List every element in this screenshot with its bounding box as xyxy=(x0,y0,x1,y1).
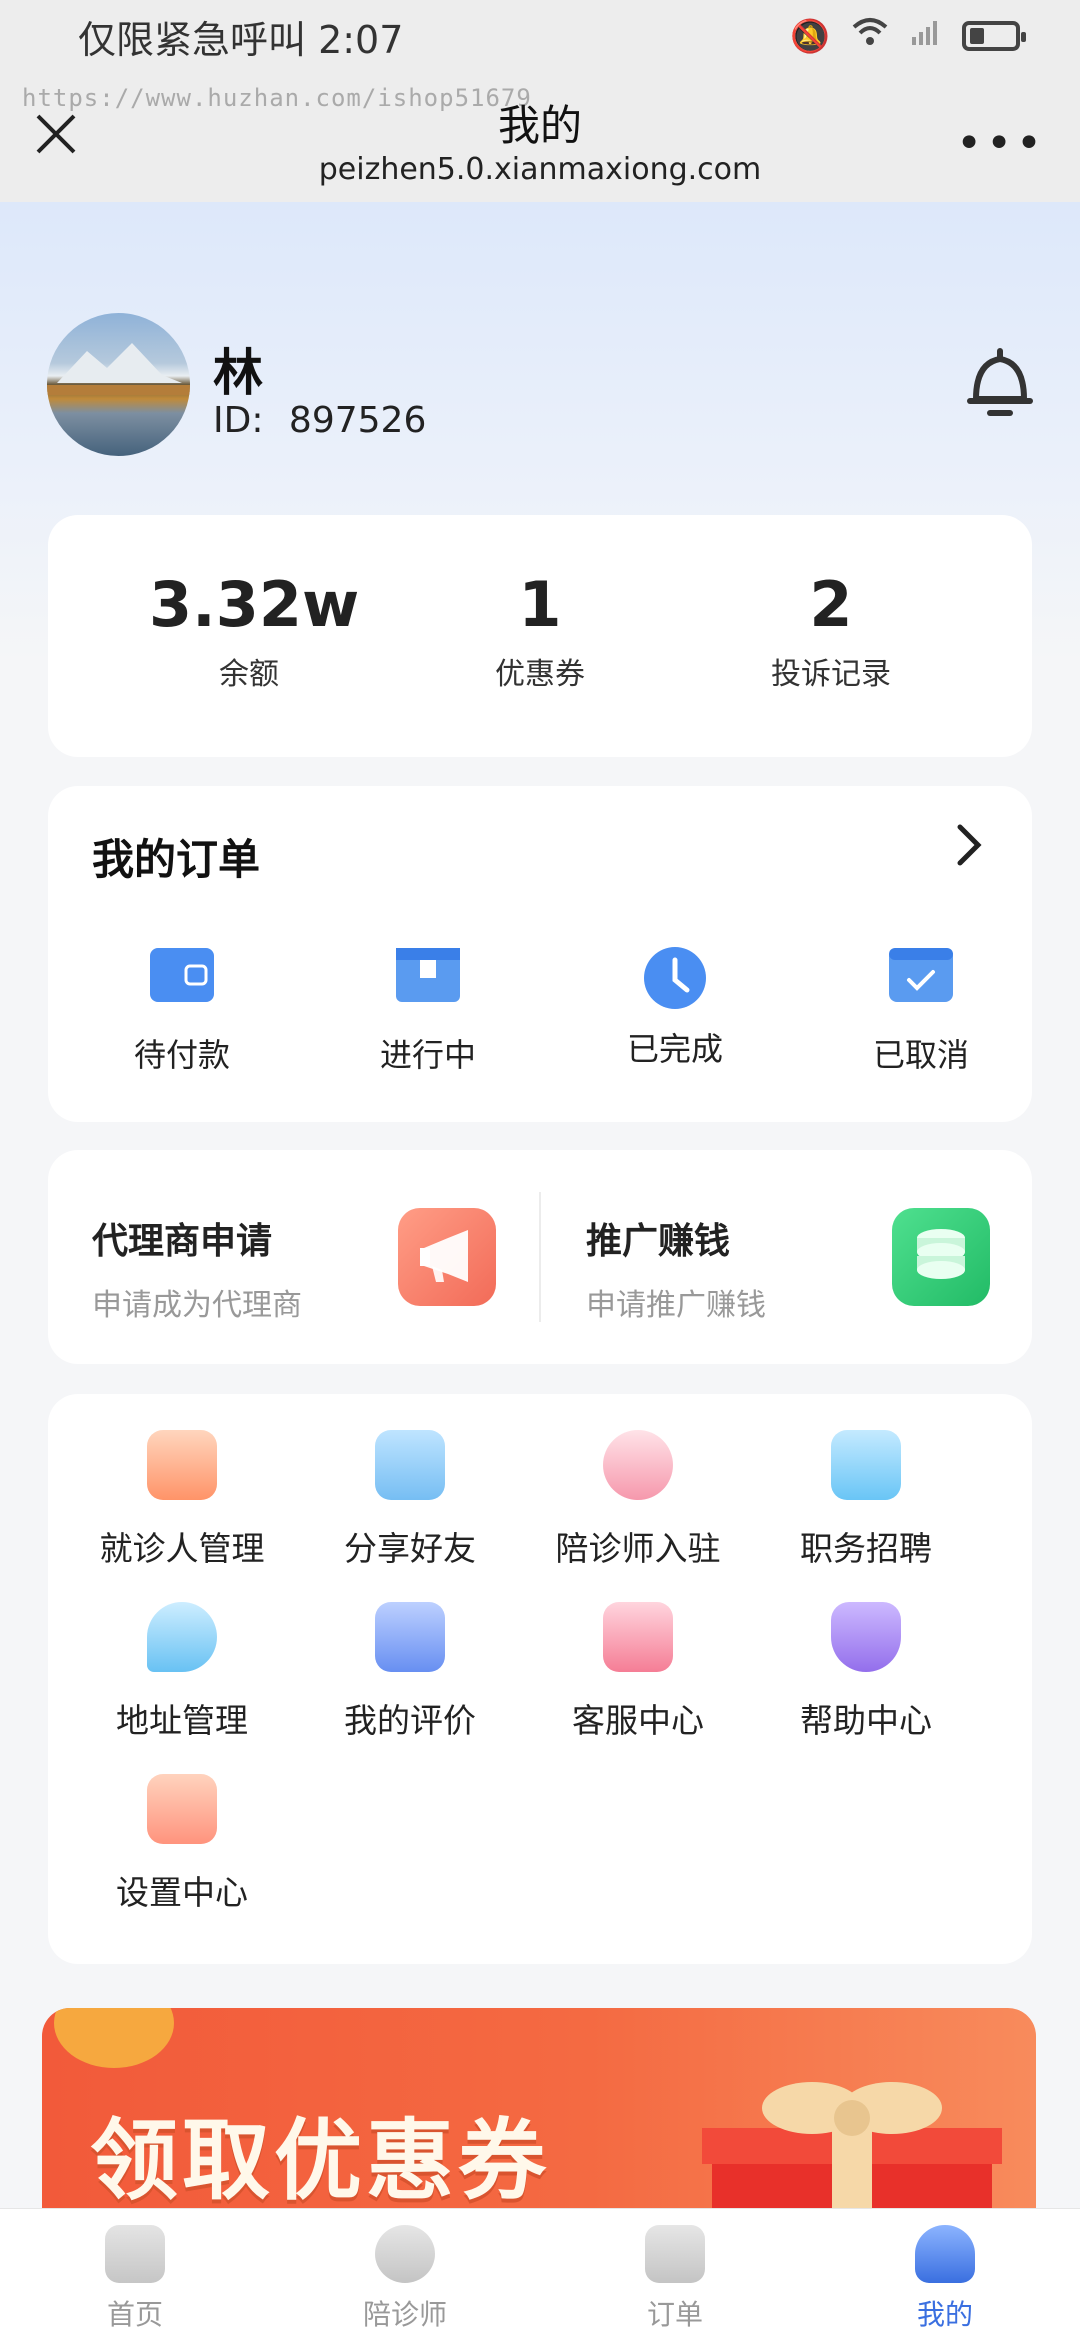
service-label: 客服中心 xyxy=(572,1701,704,1740)
user-id-value: 897526 xyxy=(288,400,427,441)
service-customer-service[interactable]: 客服中心 xyxy=(538,1602,738,1742)
service-address-management[interactable]: 地址管理 xyxy=(82,1602,282,1742)
tab-label: 我的 xyxy=(916,2298,973,2331)
promo-subtitle: 申请推广赚钱 xyxy=(586,1288,766,1323)
tab-label: 订单 xyxy=(646,2298,703,2331)
coins-icon[interactable] xyxy=(892,1208,990,1306)
location-icon xyxy=(147,1602,217,1672)
service-escort-register[interactable]: 陪诊师入驻 xyxy=(538,1430,738,1570)
stat-value: 3.32w xyxy=(149,568,360,641)
service-label: 分享好友 xyxy=(344,1529,476,1568)
promote-earn[interactable]: 推广赚钱 申请推广赚钱 xyxy=(586,1212,766,1324)
promo-card: 代理商申请 申请成为代理商 推广赚钱 申请推广赚钱 xyxy=(48,1150,1032,1364)
tab-escort[interactable]: 陪诊师 xyxy=(325,2225,485,2333)
promo-title: 推广赚钱 xyxy=(586,1221,731,1262)
order-label: 待付款 xyxy=(133,1036,230,1074)
services-card: 就诊人管理 分享好友 陪诊师入驻 职务招聘 地址管理 我的评价 客服中心 帮助中… xyxy=(48,1394,1032,1964)
page-title: 我的 xyxy=(497,101,582,150)
coin-icon xyxy=(54,2008,174,2068)
mute-bell-icon: 🔕 xyxy=(790,17,830,55)
order-completed[interactable]: 已完成 xyxy=(595,946,755,1070)
order-label: 进行中 xyxy=(379,1036,476,1074)
page-url: peizhen5.0.xianmaxiong.com xyxy=(318,152,762,187)
more-icon[interactable]: ••• xyxy=(956,118,1046,169)
order-label: 已取消 xyxy=(872,1036,969,1074)
service-label: 职务招聘 xyxy=(800,1529,932,1568)
service-settings[interactable]: 设置中心 xyxy=(82,1774,282,1914)
share-icon xyxy=(375,1430,445,1500)
service-label: 就诊人管理 xyxy=(99,1529,265,1568)
box-icon xyxy=(396,946,460,1004)
orders-card: 我的订单 待付款 进行中 已完成 已取消 xyxy=(48,786,1032,1122)
user-name: 林 xyxy=(213,344,263,402)
promo-title: 代理商申请 xyxy=(92,1221,273,1262)
status-bar: 仅限紧急呼叫 2:07 🔕 xyxy=(0,0,1080,72)
service-label: 我的评价 xyxy=(344,1701,476,1740)
service-share-friends[interactable]: 分享好友 xyxy=(310,1430,510,1570)
tab-home[interactable]: 首页 xyxy=(55,2225,215,2333)
clock-icon xyxy=(643,946,707,1009)
agent-apply[interactable]: 代理商申请 申请成为代理商 xyxy=(92,1212,302,1324)
wallet-icon xyxy=(150,946,214,1004)
stat-value: 2 xyxy=(809,568,853,641)
stat-label: 优惠券 xyxy=(495,657,585,692)
tab-label: 陪诊师 xyxy=(362,2298,447,2331)
service-patient-management[interactable]: 就诊人管理 xyxy=(82,1430,282,1570)
avatar[interactable] xyxy=(47,313,190,456)
settings-icon xyxy=(147,1774,217,1844)
battery-icon xyxy=(962,21,1026,51)
notification-bell-icon[interactable] xyxy=(966,345,1034,421)
megaphone-icon[interactable] xyxy=(398,1208,496,1306)
nav-bar: https://www.huzhan.com/ishop51679 我的 pei… xyxy=(0,72,1080,202)
check-card-icon xyxy=(889,946,953,1004)
tab-label: 首页 xyxy=(106,2298,163,2331)
tab-orders[interactable]: 订单 xyxy=(595,2225,755,2333)
service-label: 陪诊师入驻 xyxy=(555,1529,721,1568)
order-tab-icon xyxy=(645,2225,705,2283)
divider xyxy=(539,1192,541,1322)
patient-icon xyxy=(147,1430,217,1500)
service-help-center[interactable]: 帮助中心 xyxy=(766,1602,966,1742)
order-label: 已完成 xyxy=(626,1030,723,1068)
order-pending-payment[interactable]: 待付款 xyxy=(102,946,262,1076)
tab-mine[interactable]: 我的 xyxy=(865,2225,1025,2333)
chat-icon xyxy=(603,1602,673,1672)
user-id-label: ID: xyxy=(213,400,264,441)
stat-label: 余额 xyxy=(219,657,279,692)
stat-balance[interactable]: 3.32w 余额 xyxy=(149,565,360,693)
user-id: ID: 897526 xyxy=(213,400,426,441)
escort-tab-icon xyxy=(375,2225,435,2283)
status-icons: 🔕 xyxy=(790,17,1026,55)
service-job-recruit[interactable]: 职务招聘 xyxy=(766,1430,966,1570)
shield-check-icon xyxy=(831,1602,901,1672)
stat-label: 投诉记录 xyxy=(771,657,891,692)
order-cancelled[interactable]: 已取消 xyxy=(841,946,1001,1076)
stats-card: 3.32w 余额 1 优惠券 2 投诉记录 xyxy=(48,515,1032,757)
order-in-progress[interactable]: 进行中 xyxy=(348,946,508,1076)
service-label: 帮助中心 xyxy=(800,1701,932,1740)
chevron-right-icon[interactable] xyxy=(954,816,984,881)
service-my-reviews[interactable]: 我的评价 xyxy=(310,1602,510,1742)
escort-icon xyxy=(603,1430,673,1500)
signal-icon xyxy=(910,17,940,55)
status-text: 仅限紧急呼叫 2:07 xyxy=(78,17,404,62)
home-icon xyxy=(105,2225,165,2283)
banner-text: 领取优惠券 xyxy=(90,2109,551,2212)
profile-tab-icon xyxy=(915,2225,975,2283)
service-label: 地址管理 xyxy=(116,1701,248,1740)
folder-icon xyxy=(831,1430,901,1500)
tab-bar: 首页 陪诊师 订单 我的 xyxy=(0,2208,1080,2340)
service-label: 设置中心 xyxy=(116,1873,248,1912)
stat-complaints[interactable]: 2 投诉记录 xyxy=(731,565,931,693)
orders-title: 我的订单 xyxy=(92,835,261,884)
stat-value: 1 xyxy=(518,568,562,641)
wifi-icon xyxy=(852,17,888,55)
review-icon xyxy=(375,1602,445,1672)
promo-subtitle: 申请成为代理商 xyxy=(92,1288,302,1323)
stat-coupons[interactable]: 1 优惠券 xyxy=(440,565,640,693)
